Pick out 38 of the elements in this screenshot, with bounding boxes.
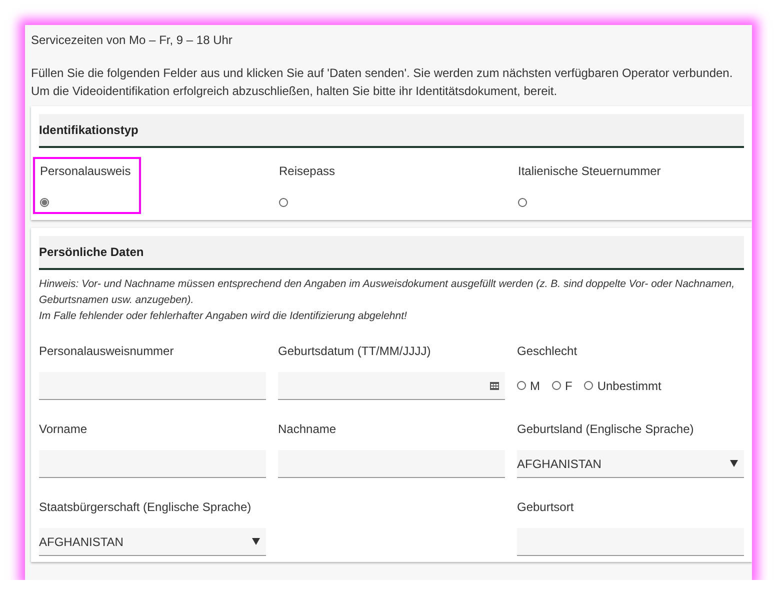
radio-button[interactable] xyxy=(584,381,594,390)
radio-label: F xyxy=(565,378,572,392)
section-header: Identifikationstyp xyxy=(39,114,744,148)
radio-label: M xyxy=(530,378,540,392)
radio-button[interactable] xyxy=(517,381,526,390)
section-header: Persönliche Daten xyxy=(39,236,744,270)
hint-text: Im Falle fehlender oder fehlerhafter Angaben wird die Identifizierung abgelehnt! xyxy=(39,309,408,324)
date-field[interactable] xyxy=(278,372,505,400)
field-label: Geburtsdatum (TT/MM/JJJJ) xyxy=(278,344,432,358)
service-hours: Servicezeiten von Mo – Fr, 9 – 18 Uhr xyxy=(31,32,234,48)
input-field[interactable] xyxy=(39,450,266,478)
country-select[interactable]: AFGHANISTAN xyxy=(39,528,266,556)
option-label: Reisepass xyxy=(279,164,336,178)
caret-icon xyxy=(252,538,260,545)
country-select[interactable]: AFGHANISTAN xyxy=(517,450,744,478)
hint-text: Hinweis: Vor- und Nachname müssen entsprechend den Angaben im Ausweisdokument ausgefüllt werden (z. B. sind doppelte Vor- oder Nachnamen, Geburtsnamen usw. anzugeben). xyxy=(39,277,736,308)
option-label: Italienische Steuernummer xyxy=(518,164,661,178)
calendar-icon xyxy=(490,381,499,390)
field-label: Vorname xyxy=(39,422,88,436)
input-field[interactable] xyxy=(39,372,266,400)
field-label: Geburtsort xyxy=(517,500,575,514)
input-field[interactable] xyxy=(517,528,744,556)
caret-icon xyxy=(730,460,738,467)
radio-button[interactable] xyxy=(279,198,288,207)
field-label: Nachname xyxy=(278,422,338,436)
radio-label: Unbestimmt xyxy=(597,378,662,392)
intro-text: Füllen Sie die folgenden Felder aus und klicken Sie auf 'Daten senden'. Sie werden zum nächsten verfügbaren Operator verbunden. Um die Videoidentifikation erfolgreich abzuschließen, halten Sie bitte ihr Identitätsdokument, bereit. xyxy=(31,65,734,100)
select-value: AFGHANISTAN xyxy=(517,456,602,470)
field-label: Geburtsland (Englische Sprache) xyxy=(517,422,695,436)
field-label: Personalausweisnummer xyxy=(39,344,175,358)
radio-button[interactable] xyxy=(552,381,561,390)
option-label: Personalausweis xyxy=(40,164,131,178)
field-label: Geschlecht xyxy=(517,344,578,358)
select-value: AFGHANISTAN xyxy=(39,534,124,548)
radio-button[interactable] xyxy=(518,198,527,207)
input-field[interactable] xyxy=(278,450,505,478)
radio-button[interactable] xyxy=(40,198,49,207)
field-label: Staatsbürgerschaft (Englische Sprache) xyxy=(39,500,252,514)
